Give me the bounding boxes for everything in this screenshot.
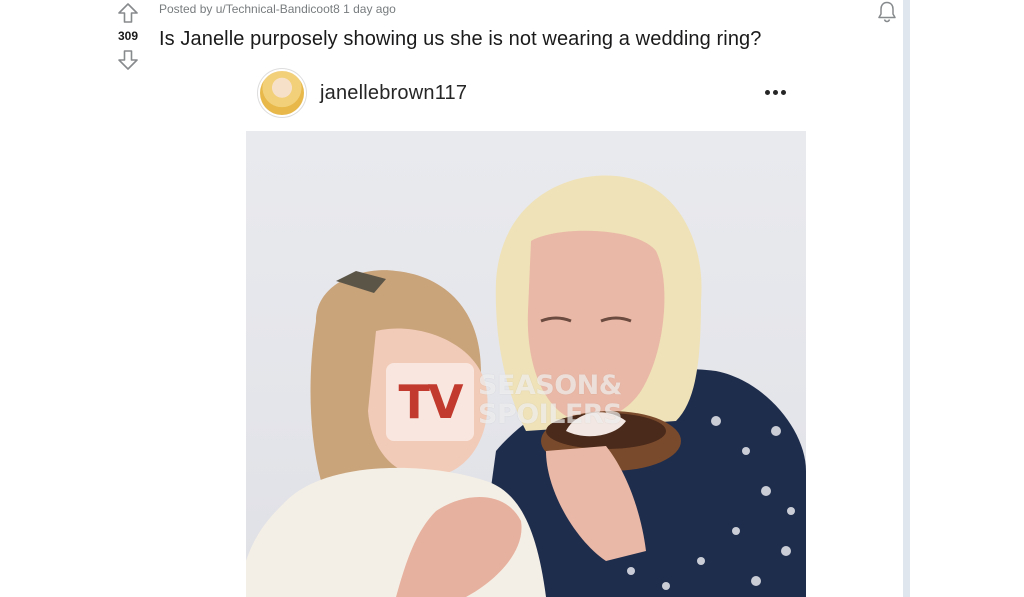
photo-illustration — [246, 175, 806, 597]
post-timestamp: 1 day ago — [339, 2, 396, 16]
avatar[interactable] — [260, 71, 304, 115]
arrow-down-icon — [118, 50, 138, 70]
bell-icon — [878, 1, 896, 23]
arrow-up-icon — [118, 3, 138, 23]
upvote-button[interactable] — [116, 1, 140, 25]
watermark-text: SEASON& SPOILERS — [478, 371, 648, 429]
instagram-post-header: janellebrown117 — [246, 68, 806, 124]
more-horizontal-icon — [765, 90, 770, 95]
instagram-username[interactable]: janellebrown117 — [320, 82, 467, 105]
watermark-line-1: SEASON& — [478, 370, 622, 401]
notify-button[interactable] — [876, 0, 898, 24]
post-meta: Posted by u/Technical-Bandicoot8 1 day a… — [159, 2, 396, 16]
scrollbar-track[interactable] — [903, 0, 910, 597]
post-title[interactable]: Is Janelle purposely showing us she is n… — [159, 28, 762, 51]
posted-by-label: Posted by — [159, 2, 216, 16]
watermark-logo: TV — [386, 363, 474, 441]
downvote-button[interactable] — [116, 48, 140, 72]
post-image[interactable]: TV SEASON& SPOILERS — [246, 131, 806, 597]
watermark-line-2: SPOILERS — [478, 399, 623, 430]
more-options-button[interactable] — [762, 78, 788, 104]
post-card: 309 Posted by u/Technical-Bandicoot8 1 d… — [0, 0, 903, 597]
author-link[interactable]: u/Technical-Bandicoot8 — [216, 2, 340, 16]
vote-score: 309 — [117, 29, 139, 43]
vote-column: 309 — [108, 0, 148, 80]
